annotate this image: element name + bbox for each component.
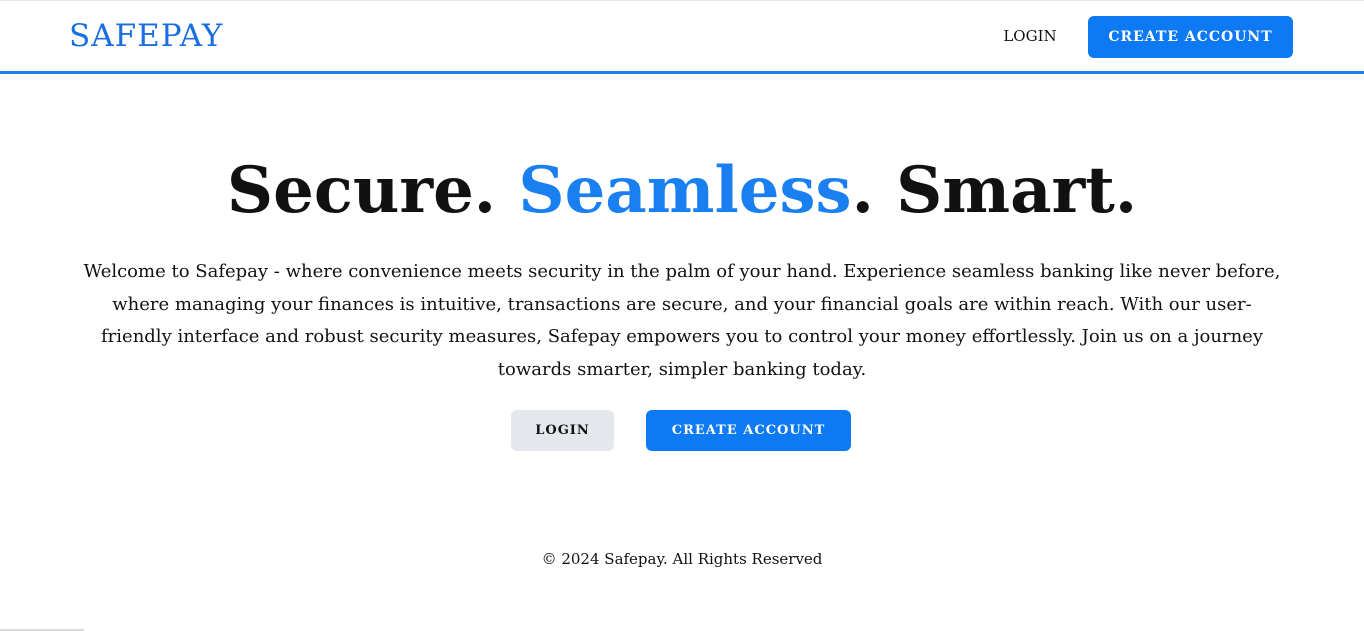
navbar: SAFEPAY LOGIN CREATE ACCOUNT xyxy=(0,0,1364,74)
hero-login-button[interactable]: LOGIN xyxy=(511,410,614,451)
hero-title-part2: . Smart. xyxy=(851,153,1138,228)
footer-copyright: © 2024 Safepay. All Rights Reserved xyxy=(541,550,823,568)
hero-title-part1: Secure. xyxy=(226,153,519,228)
hero-description: Welcome to Safepay - where convenience m… xyxy=(83,261,1281,380)
nav-create-account-button[interactable]: CREATE ACCOUNT xyxy=(1088,16,1293,58)
hero-title-accent: Seamless xyxy=(518,153,852,228)
hero-create-account-button[interactable]: CREATE ACCOUNT xyxy=(646,410,851,451)
brand-logo[interactable]: SAFEPAY xyxy=(69,17,223,55)
hero-title: Secure. Seamless. Smart. xyxy=(0,148,1364,234)
nav-login-link[interactable]: LOGIN xyxy=(990,25,1070,47)
